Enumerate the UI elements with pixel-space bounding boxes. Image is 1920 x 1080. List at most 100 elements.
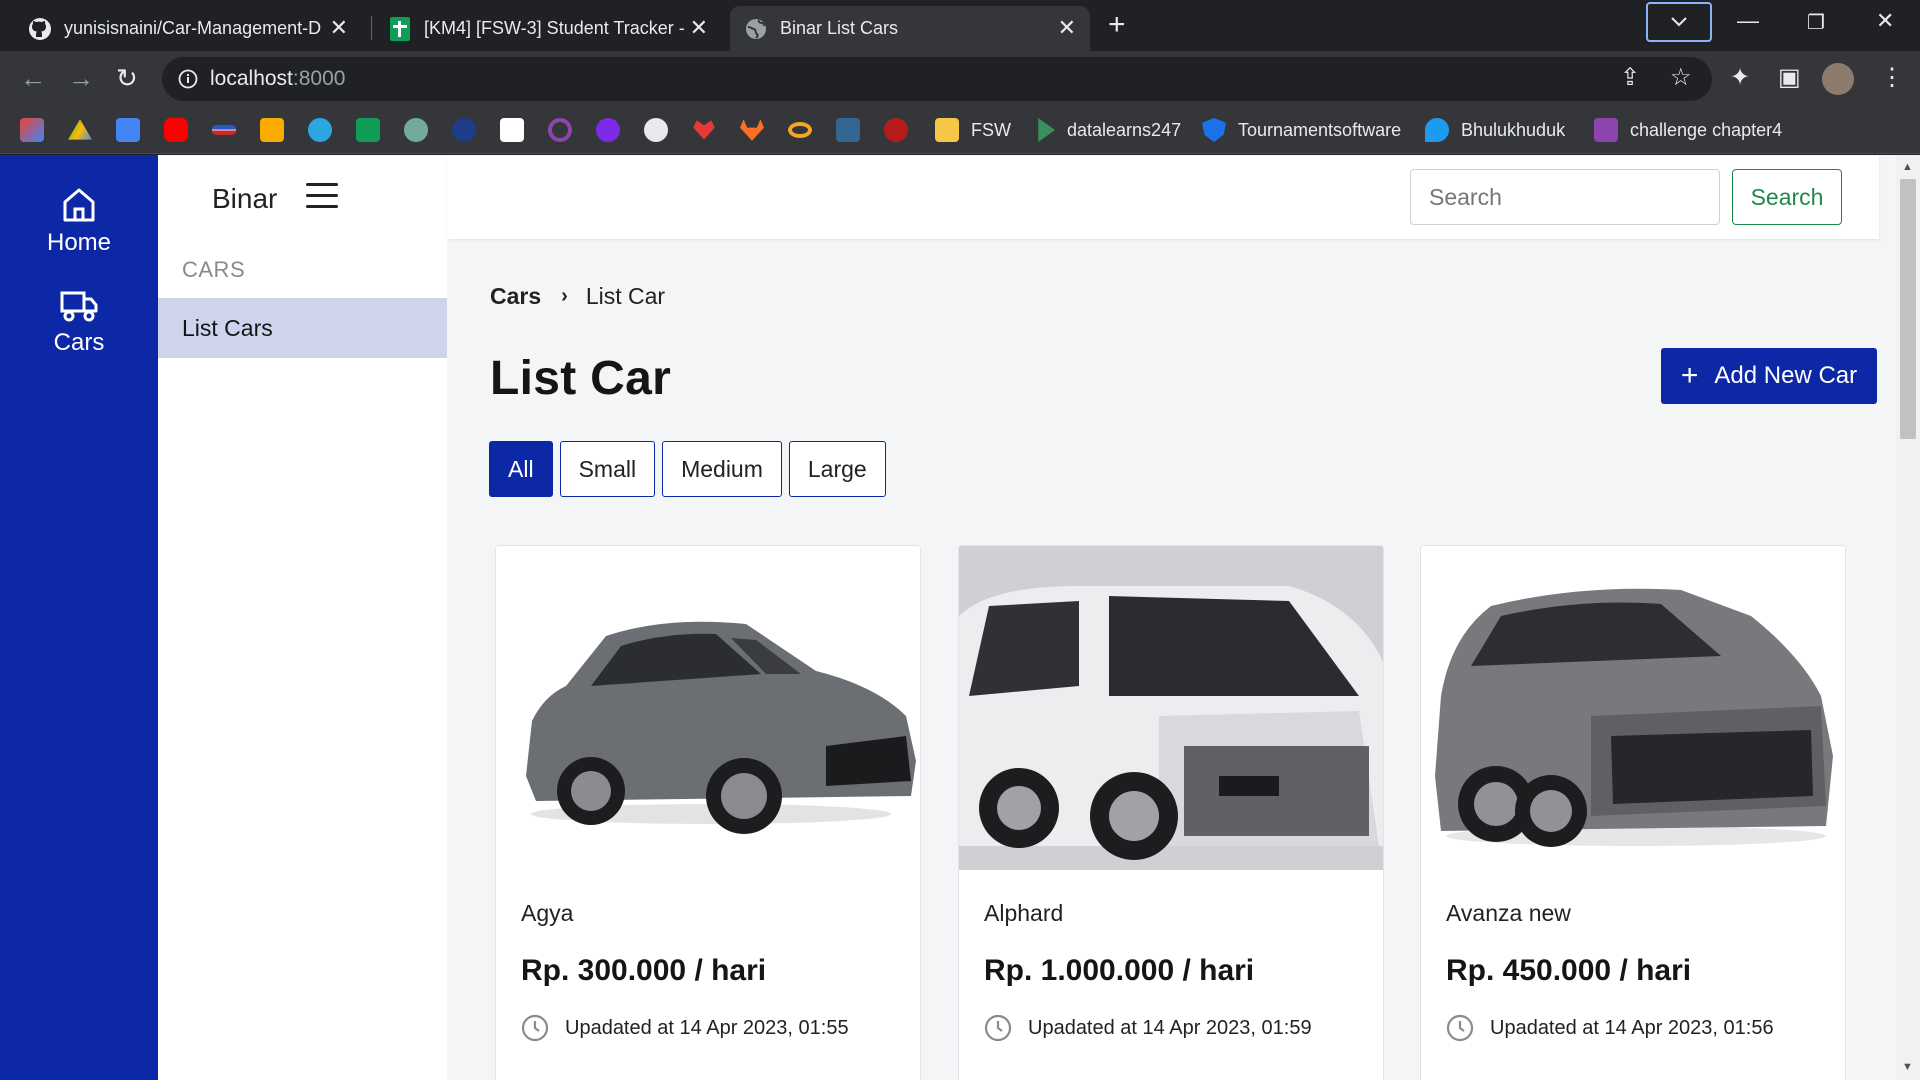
scrollbar-thumb[interactable] xyxy=(1900,179,1916,439)
bookmark-pg[interactable] xyxy=(836,118,860,142)
bookmark-chatgpt[interactable] xyxy=(404,118,428,142)
folder-icon xyxy=(935,118,959,142)
browser-toolbar: ← → ↻ localhost:8000 ⇪ ☆ ✦ ▣ ⋮ xyxy=(0,51,1920,106)
window-close-icon[interactable]: ✕ xyxy=(1876,8,1894,34)
bookmark-site[interactable] xyxy=(212,118,236,142)
add-new-car-button[interactable]: + Add New Car xyxy=(1661,348,1877,404)
side-panel-icon[interactable]: ▣ xyxy=(1778,66,1801,90)
breadcrumb-cars[interactable]: Cars xyxy=(490,283,541,310)
brand-logo[interactable]: Binar xyxy=(212,183,277,215)
bookmark-datalearns[interactable]: datalearns247 xyxy=(1031,118,1181,142)
tab-search-button[interactable] xyxy=(1646,2,1712,42)
filter-large-button[interactable]: Large xyxy=(788,441,886,497)
bookmark-tournamentsoftware[interactable]: Tournamentsoftware xyxy=(1202,118,1401,142)
tab-title: yunisisnaini/Car-Management-D xyxy=(64,18,322,38)
hamburger-menu-icon[interactable] xyxy=(306,183,338,209)
bookmark-label: datalearns247 xyxy=(1067,119,1182,140)
back-icon[interactable]: ← xyxy=(20,65,46,91)
bookmark-canva[interactable] xyxy=(596,118,620,142)
sidebar-item-list-cars[interactable]: List Cars xyxy=(158,298,447,358)
search-button[interactable]: Search xyxy=(1732,169,1842,225)
browser-tab-sheets[interactable]: [KM4] [FSW-3] Student Tracker - ✕ xyxy=(374,6,722,51)
bookmark-fsw[interactable]: FSW xyxy=(935,118,1011,142)
close-tab-icon[interactable]: ✕ xyxy=(690,17,708,39)
canva-icon xyxy=(596,118,620,142)
extensions-icon[interactable]: ✦ xyxy=(1730,66,1750,90)
twitter-icon xyxy=(1425,118,1449,142)
filter-medium-button[interactable]: Medium xyxy=(662,441,782,497)
car-card[interactable]: Avanza new Rp. 450.000 / hari Upadated a… xyxy=(1420,545,1846,1080)
bookmark-circle[interactable] xyxy=(548,118,572,142)
bookmark-heart[interactable] xyxy=(692,118,716,142)
tab-title: Binar List Cars xyxy=(780,18,899,38)
bookmark-university[interactable] xyxy=(452,118,476,142)
scroll-down-arrow-icon[interactable]: ▼ xyxy=(1902,1061,1913,1073)
tab-title: [KM4] [FSW-3] Student Tracker - xyxy=(424,18,685,38)
filter-small-button[interactable]: Small xyxy=(559,441,656,497)
restore-icon[interactable]: ❐ xyxy=(1807,10,1825,35)
car-card[interactable]: Alphard Rp. 1.000.000 / hari Upadated at… xyxy=(958,545,1384,1080)
bookmark-gmail[interactable] xyxy=(20,118,44,142)
browser-tab-github[interactable]: yunisisnaini/Car-Management-D ✕ xyxy=(14,6,362,51)
sidebar: Binar CARS List Cars xyxy=(158,155,447,1080)
shield-icon xyxy=(1202,118,1226,142)
forward-icon[interactable]: → xyxy=(68,65,94,91)
minimize-icon[interactable]: — xyxy=(1737,8,1759,34)
chevron-right-icon: › xyxy=(561,285,568,307)
bookmark-bhulukhuduk[interactable]: Bhulukhuduk xyxy=(1425,118,1565,142)
car-card[interactable]: Agya Rp. 300.000 / hari Upadated at 14 A… xyxy=(495,545,921,1080)
infinity-icon xyxy=(788,122,812,138)
url-port: :8000 xyxy=(292,67,346,90)
youtube-icon xyxy=(164,118,188,142)
portal-icon xyxy=(500,118,524,142)
share-icon[interactable]: ⇪ xyxy=(1620,66,1640,90)
bookmark-telegram[interactable] xyxy=(308,118,332,142)
menu-icon[interactable]: ⋮ xyxy=(1880,66,1904,90)
rail-home-label: Home xyxy=(46,229,112,256)
bookmark-label: challenge chapter4 xyxy=(1630,119,1783,140)
reload-icon[interactable]: ↻ xyxy=(116,65,138,91)
circle-icon xyxy=(548,118,572,142)
bookmark-drive[interactable] xyxy=(68,118,92,142)
scroll-up-arrow-icon[interactable]: ▲ xyxy=(1902,161,1913,173)
rail-cars-label: Cars xyxy=(53,329,105,356)
bookmark-star-icon[interactable]: ☆ xyxy=(1670,66,1692,90)
search-input[interactable] xyxy=(1410,169,1720,225)
truck-icon xyxy=(60,291,98,322)
browser-tabstrip: yunisisnaini/Car-Management-D ✕ [KM4] [F… xyxy=(0,0,1920,51)
bookmark-bug[interactable] xyxy=(884,118,908,142)
profile-avatar[interactable] xyxy=(1822,63,1854,95)
car-updated: Upadated at 14 Apr 2023, 01:59 xyxy=(984,1014,1312,1042)
filter-all-button[interactable]: All xyxy=(489,441,553,497)
bookmark-sheets[interactable] xyxy=(356,118,380,142)
bookmark-challenge[interactable]: challenge chapter4 xyxy=(1594,118,1782,142)
close-tab-icon[interactable]: ✕ xyxy=(1058,17,1076,39)
bookmark-label: FSW xyxy=(971,119,1011,140)
top-navbar: Search xyxy=(447,155,1879,239)
brand-row: Binar xyxy=(158,155,447,239)
car-image xyxy=(959,546,1383,870)
rail-cars[interactable]: Cars xyxy=(0,287,158,357)
bookmark-gitlab[interactable] xyxy=(740,118,764,142)
classroom-icon xyxy=(260,118,284,142)
sheets-icon xyxy=(388,16,412,41)
address-bar[interactable]: localhost:8000 xyxy=(162,57,1712,101)
bookmark-github[interactable] xyxy=(644,118,668,142)
bookmark-classroom[interactable] xyxy=(260,118,284,142)
bookmark-infinity[interactable] xyxy=(788,118,812,142)
bookmark-portal[interactable] xyxy=(500,118,524,142)
rail-home[interactable]: Home xyxy=(0,187,158,257)
classroom-icon xyxy=(1594,118,1618,142)
car-image xyxy=(1421,546,1845,870)
info-icon[interactable] xyxy=(178,69,198,89)
home-icon xyxy=(63,188,95,222)
bookmark-calendar[interactable] xyxy=(116,118,140,142)
chatgpt-icon xyxy=(404,118,428,142)
new-tab-icon[interactable]: + xyxy=(1108,10,1126,40)
page-scrollbar[interactable]: ▲ ▼ xyxy=(1896,155,1920,1080)
close-tab-icon[interactable]: ✕ xyxy=(330,17,348,39)
browser-tab-active[interactable]: Binar List Cars ✕ xyxy=(730,6,1090,51)
page-title: List Car xyxy=(490,352,672,405)
bookmark-youtube[interactable] xyxy=(164,118,188,142)
car-updated-text: Upadated at 14 Apr 2023, 01:56 xyxy=(1490,1016,1774,1039)
